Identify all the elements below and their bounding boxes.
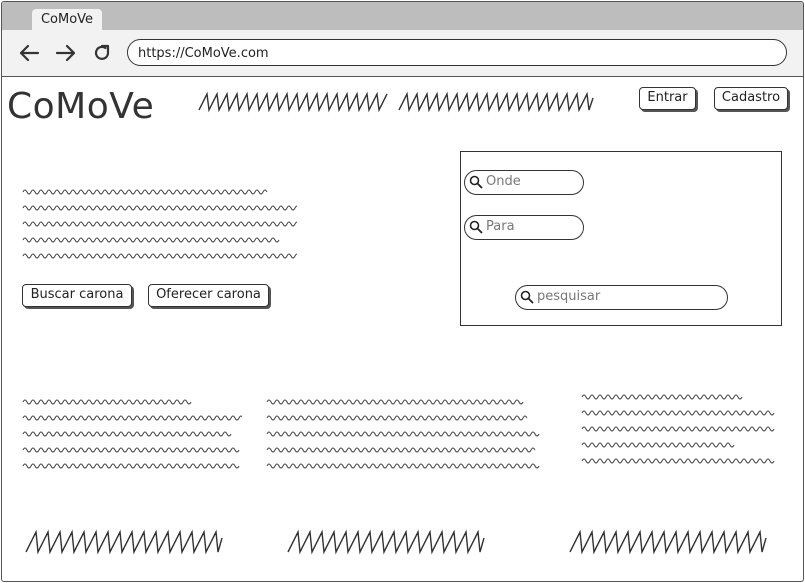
- signup-button[interactable]: Cadastro: [714, 87, 788, 110]
- browser-tab[interactable]: CoMoVe: [32, 9, 102, 30]
- hero-text-placeholder: [22, 189, 297, 259]
- reload-button[interactable]: [89, 40, 115, 66]
- destination-placeholder: Para: [486, 219, 515, 234]
- forward-button[interactable]: [53, 40, 79, 66]
- search-icon: [469, 220, 483, 234]
- find-ride-button[interactable]: Buscar carona: [22, 284, 132, 307]
- header-nav-placeholder: [198, 91, 594, 113]
- arrow-left-icon: [19, 44, 40, 62]
- search-icon: [520, 290, 534, 304]
- browser-window: CoMoVe https://CoMoVe.com CoMoVe Entrar …: [1, 1, 804, 582]
- ride-search-panel: Onde Para pesquisar: [460, 151, 782, 326]
- back-button[interactable]: [16, 40, 42, 66]
- site-logo[interactable]: CoMoVe: [7, 86, 154, 127]
- search-input[interactable]: pesquisar: [515, 285, 728, 310]
- search-icon: [469, 175, 483, 189]
- footer-placeholder-2: [287, 529, 485, 555]
- feature-text-placeholder-1: [22, 399, 242, 469]
- search-placeholder: pesquisar: [537, 289, 601, 304]
- login-button[interactable]: Entrar: [639, 87, 696, 110]
- destination-input[interactable]: Para: [464, 215, 584, 240]
- tab-bar: CoMoVe: [2, 2, 803, 30]
- feature-text-placeholder-3: [581, 394, 775, 464]
- arrow-right-icon: [55, 44, 76, 62]
- origin-placeholder: Onde: [486, 174, 521, 189]
- browser-toolbar: https://CoMoVe.com: [2, 30, 803, 77]
- offer-ride-button[interactable]: Oferecer carona: [148, 284, 269, 307]
- reload-icon: [94, 44, 110, 60]
- footer-placeholder-3: [569, 529, 767, 555]
- address-bar[interactable]: https://CoMoVe.com: [127, 39, 787, 66]
- footer-placeholder-1: [25, 529, 223, 555]
- feature-text-placeholder-2: [266, 399, 540, 469]
- origin-input[interactable]: Onde: [464, 170, 584, 195]
